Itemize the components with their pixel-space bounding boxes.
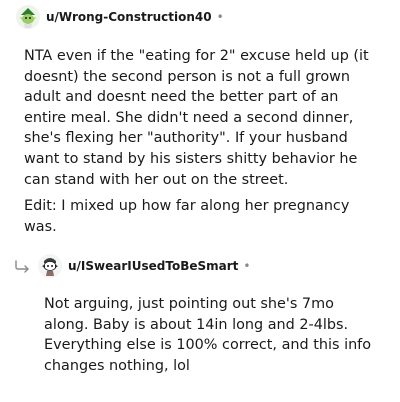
- comment-header: u/Wrong-Construction40 •: [16, 5, 224, 29]
- comment-body: Not arguing, just pointing out she's 7mo…: [44, 294, 374, 376]
- separator-dot: •: [216, 10, 224, 24]
- username[interactable]: u/ISwearIUsedToBeSmart: [68, 259, 238, 273]
- username[interactable]: u/Wrong-Construction40: [46, 10, 212, 24]
- snoo-avatar-icon[interactable]: [38, 254, 62, 278]
- comment-paragraph: NTA even if the "eating for 2" excuse he…: [24, 48, 369, 188]
- goblin-avatar-icon[interactable]: [16, 5, 40, 29]
- comment-header: u/ISwearIUsedToBeSmart •: [38, 254, 250, 278]
- comment-body: NTA even if the "eating for 2" excuse he…: [24, 46, 382, 237]
- comment-paragraph: Not arguing, just pointing out she's 7mo…: [44, 296, 372, 374]
- comment-paragraph: Edit: I mixed up how far along her pregn…: [24, 198, 350, 235]
- reply-arrow-icon: [14, 259, 32, 273]
- separator-dot: •: [243, 259, 251, 273]
